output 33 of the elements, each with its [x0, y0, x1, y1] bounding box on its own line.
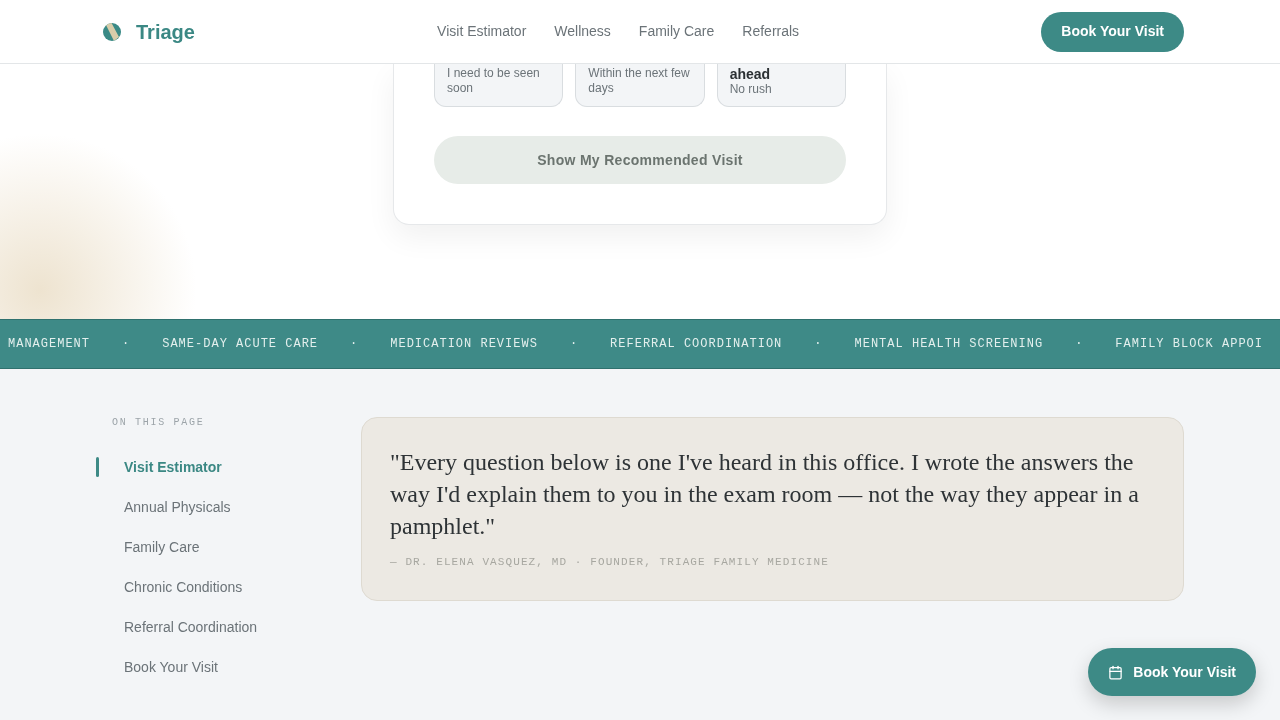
page-section-link[interactable]: Visit Estimator — [124, 456, 222, 478]
nav-link[interactable]: Referrals — [742, 21, 800, 42]
ticker-item: MANAGEMENT — [8, 336, 90, 353]
ticker-item: REFERRAL COORDINATION — [610, 336, 783, 353]
page-section-link[interactable]: Family Care — [124, 536, 200, 558]
ticker-item: SAME-DAY ACUTE CARE — [162, 336, 319, 353]
nav-link[interactable]: Wellness — [554, 21, 611, 42]
quote-text: "Every question below is one I've heard in this office. I wrote the answers the way I'd explain them to you in the exam room — not the way they appear in a pamphlet." — [390, 448, 1140, 541]
active-indicator — [96, 457, 99, 477]
ticker-separator: · — [814, 336, 823, 353]
page-section-link[interactable]: Chronic Conditions — [124, 576, 243, 598]
urgency-option[interactable]: Within the next few days — [575, 64, 705, 107]
ticker-item: MENTAL HEALTH SCREENING — [854, 336, 1044, 353]
page-section-link[interactable]: Referral Coordination — [124, 616, 258, 638]
nav-link[interactable]: Visit Estimator — [437, 21, 527, 42]
ticker-separator: · — [1075, 336, 1084, 353]
calendar-icon — [1108, 664, 1124, 680]
ticker-separator: · — [350, 336, 359, 353]
page-section-link[interactable]: Annual Physicals — [124, 496, 231, 518]
brand-name: Triage — [136, 19, 195, 45]
quote-attribution: — DR. ELENA VASQUEZ, MD · FOUNDER, TRIAGE FAMILY MEDICINE — [390, 555, 830, 570]
book-visit-button[interactable]: Book Your Visit — [1041, 11, 1184, 52]
ticker-item: FAMILY BLOCK APPOI — [1115, 336, 1263, 353]
urgency-option[interactable]: ahead No rush — [716, 64, 846, 107]
nav-link[interactable]: Family Care — [638, 21, 715, 42]
floating-book-visit-button[interactable]: Book Your Visit — [1088, 648, 1256, 696]
ticker-item: MEDICATION REVIEWS — [390, 336, 538, 353]
ticker-separator: · — [569, 336, 579, 353]
section-heading: ON THIS PAGE — [111, 417, 206, 429]
urgency-option[interactable]: I need to be seen soon — [434, 64, 564, 107]
logo-icon — [103, 22, 121, 41]
page-section-link[interactable]: Book Your Visit — [124, 656, 218, 678]
ticker-separator: · — [122, 336, 131, 353]
